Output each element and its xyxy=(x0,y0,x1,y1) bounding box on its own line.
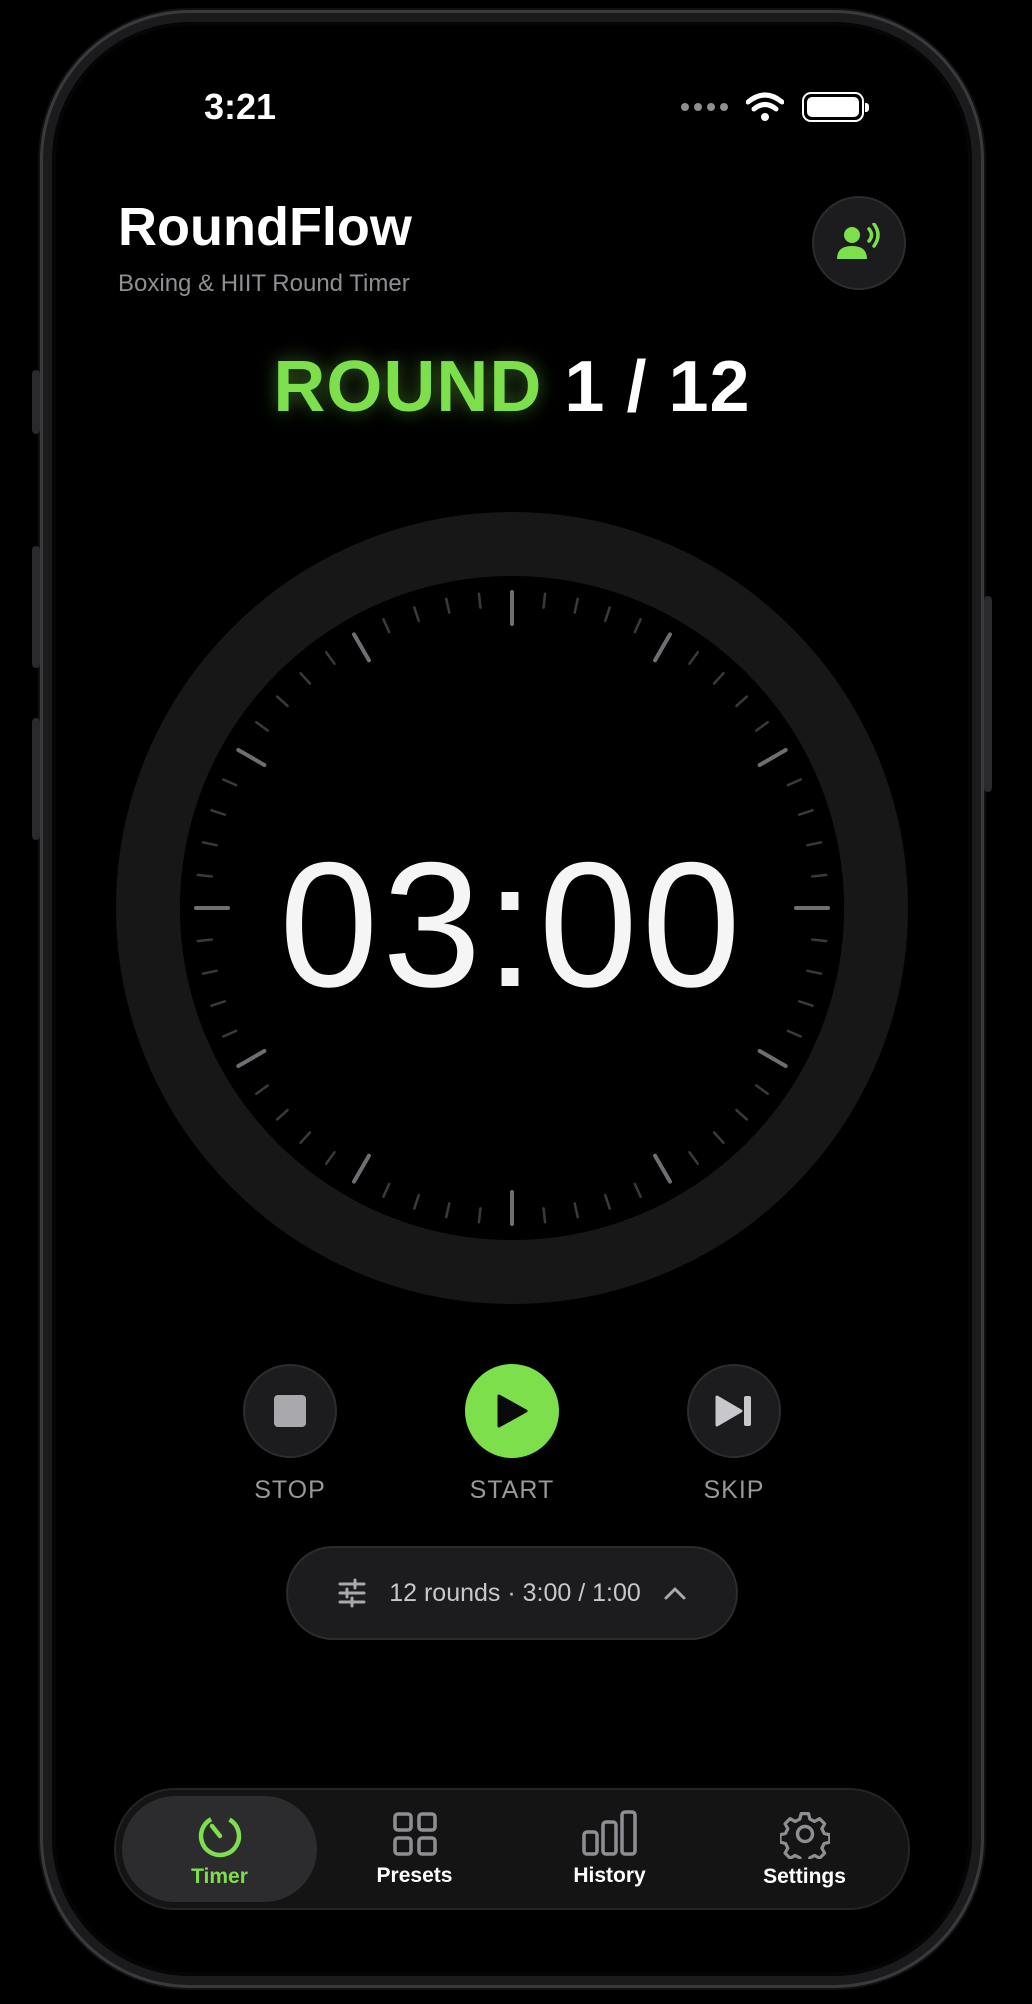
battery-icon xyxy=(802,92,869,122)
dial-minor-tick xyxy=(542,1207,547,1224)
app-subtitle: Boxing & HIIT Round Timer xyxy=(118,270,410,297)
dial-minor-tick xyxy=(477,1207,482,1224)
round-settings-pill[interactable]: 12 rounds · 3:00 / 1:00 xyxy=(286,1546,738,1640)
skip-label: SKIP xyxy=(703,1476,765,1504)
tab-timer[interactable]: Timer xyxy=(122,1796,317,1902)
voice-coach-button[interactable] xyxy=(812,196,906,290)
skip-forward-icon xyxy=(715,1395,751,1427)
status-icons xyxy=(681,92,869,122)
volume-down-button xyxy=(32,718,40,840)
chevron-up-icon xyxy=(664,1587,686,1600)
stop-icon xyxy=(274,1395,306,1427)
timer-dial: 03:00 xyxy=(116,512,908,1304)
app-screen: 3:21 RoundFlow Boxing & HIIT Round Timer… xyxy=(56,26,968,1972)
stop-control: STOP xyxy=(240,1364,340,1505)
grid-icon xyxy=(392,1812,437,1856)
start-label: START xyxy=(469,1476,555,1504)
stopwatch-icon xyxy=(198,1814,241,1858)
signal-icon xyxy=(681,103,728,111)
tab-bar: Timer Presets History Settings xyxy=(114,1788,910,1910)
round-count: 1 / 12 xyxy=(564,347,751,427)
stop-label: STOP xyxy=(254,1476,326,1504)
app-title: RoundFlow xyxy=(118,197,412,257)
wifi-icon xyxy=(746,92,784,121)
mute-switch xyxy=(32,370,40,434)
countdown-display: 03:00 xyxy=(279,825,745,1024)
power-button xyxy=(984,596,992,792)
status-time: 3:21 xyxy=(204,86,277,127)
tab-label: Presets xyxy=(376,1864,453,1887)
volume-up-button xyxy=(32,546,40,668)
round-indicator: ROUND 1 / 12 xyxy=(56,346,968,428)
tab-presets[interactable]: Presets xyxy=(317,1796,512,1902)
tab-label: History xyxy=(573,1864,646,1887)
dial-minor-tick xyxy=(477,592,482,609)
skip-button[interactable] xyxy=(687,1364,781,1458)
round-settings-summary: 12 rounds · 3:00 / 1:00 xyxy=(389,1578,641,1607)
bar-chart-icon xyxy=(581,1810,637,1856)
gear-icon xyxy=(779,1811,830,1859)
start-button[interactable] xyxy=(465,1364,559,1458)
play-icon xyxy=(497,1394,528,1428)
tab-label: Timer xyxy=(191,1865,248,1888)
sliders-icon xyxy=(338,1578,366,1608)
skip-control: SKIP xyxy=(684,1364,784,1505)
voice-icon xyxy=(837,223,880,259)
tab-settings[interactable]: Settings xyxy=(707,1796,902,1902)
tab-history[interactable]: History xyxy=(512,1796,707,1902)
dial-minor-tick xyxy=(542,592,547,609)
round-label: ROUND xyxy=(273,347,543,427)
tab-label: Settings xyxy=(763,1865,846,1888)
start-control: START xyxy=(462,1364,562,1505)
stop-button[interactable] xyxy=(243,1364,337,1458)
